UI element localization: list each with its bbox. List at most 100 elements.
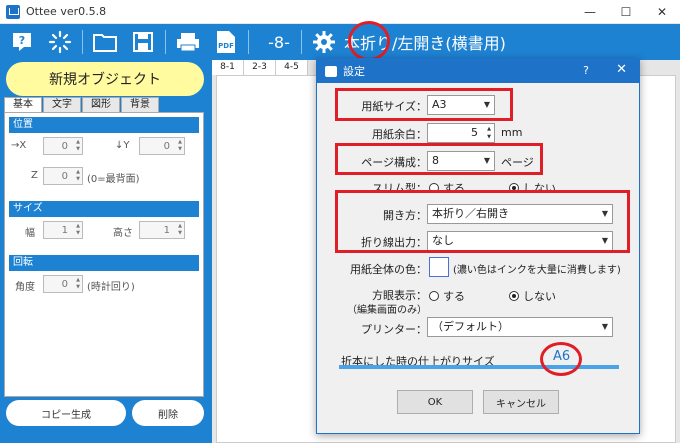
x-label: →X <box>11 140 27 151</box>
margin-label: 用紙余白： <box>372 128 427 141</box>
folder-icon <box>93 34 117 52</box>
toolbar: ? PDF -8- 本折り/左開き(横書用) <box>0 24 680 60</box>
save-button[interactable] <box>127 27 159 57</box>
window-controls: — ☐ ✕ <box>572 0 680 24</box>
fold-line-label: 折り線出力： <box>361 236 427 249</box>
angle-note: (時計回り) <box>87 282 135 293</box>
slim-no-radio[interactable]: しない <box>509 180 556 196</box>
height-stepper[interactable]: 1 <box>139 221 185 239</box>
margin-unit: mm <box>501 126 523 139</box>
fold-mode-label: 本折り/左開き(横書用) <box>344 34 506 53</box>
y-label: ↓Y <box>115 140 130 151</box>
result-underline <box>339 365 619 369</box>
result-size-value: A6 <box>553 349 571 364</box>
z-stepper[interactable]: 0 <box>43 167 83 185</box>
window-title: Ottee ver0.5.8 <box>26 5 107 18</box>
grid-yes-label: する <box>443 290 465 303</box>
paper-color-swatch[interactable] <box>429 257 449 277</box>
radio-dot-selected <box>509 291 519 301</box>
dialog-title-bar: 設定 ? ✕ <box>317 59 639 83</box>
open-button[interactable] <box>89 27 121 57</box>
rotation-header: 回転 <box>9 255 199 271</box>
help-button[interactable]: ? <box>6 27 38 57</box>
close-button[interactable]: ✕ <box>644 0 680 24</box>
page-tab-4-5[interactable]: 4-5 <box>276 60 308 75</box>
open-direction-label: 開き方： <box>383 209 427 222</box>
radio-dot <box>429 291 439 301</box>
help-icon: ? <box>13 33 31 51</box>
page-tab-2-3[interactable]: 2-3 <box>244 60 276 75</box>
title-bar: Ottee ver0.5.8 — ☐ ✕ <box>0 0 680 24</box>
paper-size-select[interactable]: A3 <box>427 95 495 115</box>
gear-icon <box>313 31 335 53</box>
copy-button[interactable]: コピー生成 <box>6 400 126 426</box>
svg-text:?: ? <box>19 34 25 47</box>
toolbar-separator <box>301 30 302 54</box>
radio-dot-selected <box>509 183 519 193</box>
grid-sub-label: （編集画面のみ） <box>347 305 427 316</box>
printer-icon <box>177 33 199 52</box>
printer-select[interactable]: （デフォルト） <box>427 317 613 337</box>
new-object-button[interactable]: 新規オブジェクト <box>6 62 204 96</box>
page-config-unit: ページ <box>501 156 534 169</box>
paper-color-label: 用紙全体の色： <box>350 263 427 276</box>
fold-line-select[interactable]: なし <box>427 231 613 251</box>
height-label: 高さ <box>113 228 133 239</box>
position-header: 位置 <box>9 117 199 133</box>
loading-button[interactable] <box>44 27 76 57</box>
toolbar-separator <box>165 30 166 54</box>
dialog-help-button[interactable]: ? <box>583 64 589 77</box>
ok-button[interactable]: OK <box>397 390 473 414</box>
property-panel: 位置 →X 0 ↓Y 0 Z 0 (0=最背面) サイズ 幅 1 高さ 1 回転… <box>4 112 204 397</box>
slim-yes-label: する <box>443 182 465 195</box>
maximize-button[interactable]: ☐ <box>608 0 644 24</box>
property-tabs: 基本 文字 図形 背景 <box>4 97 160 112</box>
angle-label: 角度 <box>15 282 35 293</box>
grid-no-label: しない <box>523 290 556 303</box>
slim-label: スリム型： <box>372 182 427 195</box>
paper-size-label: 用紙サイズ： <box>361 100 427 113</box>
y-stepper[interactable]: 0 <box>139 137 185 155</box>
open-direction-select[interactable]: 本折り／右開き <box>427 204 613 224</box>
margin-stepper[interactable]: 5 <box>427 123 495 143</box>
width-label: 幅 <box>25 228 35 239</box>
dialog-close-button[interactable]: ✕ <box>616 62 627 77</box>
minimize-button[interactable]: — <box>572 0 608 24</box>
grid-yes-radio[interactable]: する <box>429 288 465 304</box>
tab-shape[interactable]: 図形 <box>82 97 120 112</box>
radio-dot <box>429 183 439 193</box>
x-stepper[interactable]: 0 <box>43 137 83 155</box>
dialog-title: 設定 <box>343 65 365 78</box>
printer-label: プリンター： <box>361 323 427 336</box>
pdf-label: PDF <box>218 42 234 50</box>
page-tabs: 8-1 2-3 4-5 <box>212 60 308 75</box>
toolbar-separator <box>82 30 83 54</box>
page-config-select[interactable]: 8 <box>427 151 495 171</box>
toolbar-separator <box>248 30 249 54</box>
tab-background[interactable]: 背景 <box>121 97 159 112</box>
page-tab-8-1[interactable]: 8-1 <box>212 60 244 75</box>
slim-no-label: しない <box>523 182 556 195</box>
z-note: (0=最背面) <box>87 174 140 185</box>
page-indicator: -8- <box>268 32 290 52</box>
z-label: Z <box>31 170 38 181</box>
slim-yes-radio[interactable]: する <box>429 180 465 196</box>
app-icon <box>6 4 20 19</box>
tab-basic[interactable]: 基本 <box>4 97 42 112</box>
save-icon <box>133 32 153 52</box>
tab-text[interactable]: 文字 <box>43 97 81 112</box>
angle-stepper[interactable]: 0 <box>43 275 83 293</box>
dialog-icon <box>325 65 337 77</box>
left-panel: 新規オブジェクト 基本 文字 図形 背景 位置 →X 0 ↓Y 0 Z 0 (0… <box>0 60 212 443</box>
cancel-button[interactable]: キャンセル <box>483 390 559 414</box>
settings-button[interactable] <box>308 27 340 57</box>
paper-color-note: (濃い色はインクを大量に消費します) <box>453 265 621 276</box>
settings-dialog: 設定 ? ✕ 用紙サイズ： A3 用紙余白： 5 mm ページ構成： 8 ページ… <box>316 58 640 434</box>
page-config-label: ページ構成： <box>361 156 427 169</box>
width-stepper[interactable]: 1 <box>43 221 83 239</box>
delete-button[interactable]: 削除 <box>132 400 204 426</box>
grid-no-radio[interactable]: しない <box>509 288 556 304</box>
print-button[interactable] <box>172 27 204 57</box>
size-header: サイズ <box>9 201 199 217</box>
pdf-button[interactable]: PDF <box>210 27 242 57</box>
